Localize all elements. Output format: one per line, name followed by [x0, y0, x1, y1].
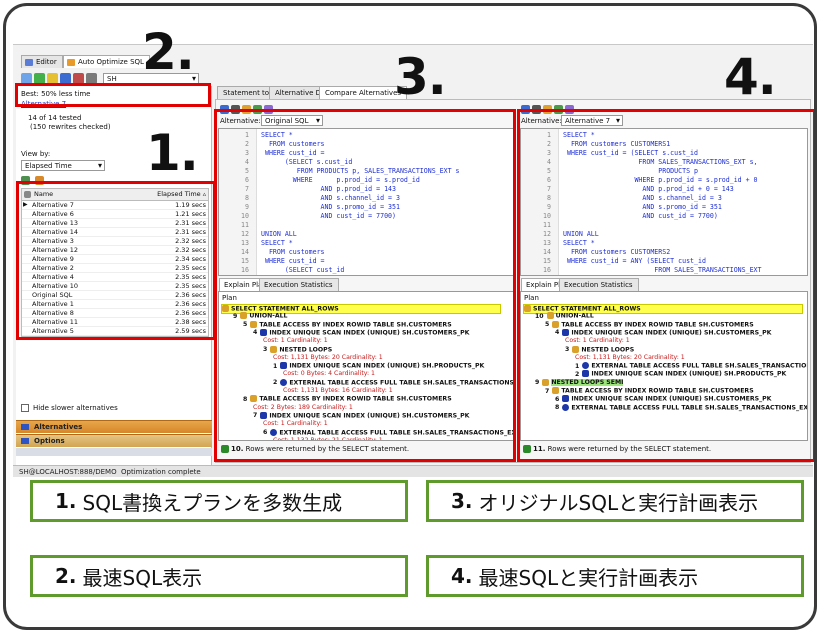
big-number-2: 2. — [142, 23, 195, 81]
hide-slower-checkbox[interactable] — [21, 404, 29, 412]
format-icon[interactable] — [86, 72, 97, 84]
highlight-box-2 — [15, 83, 211, 107]
caption-3: 3. オリジナルSQLと実行計画表示 — [426, 480, 804, 522]
editor-icon — [25, 59, 33, 66]
save-icon[interactable] — [60, 72, 71, 84]
panel-alternatives[interactable]: Alternatives — [16, 420, 212, 433]
panel-options[interactable]: Options — [16, 434, 212, 447]
status-bar: SH@LOCALHOST:888/DEMO Optimization compl… — [13, 465, 813, 477]
folder-icon[interactable] — [47, 72, 58, 84]
view-by-label: View by: — [21, 150, 51, 158]
view-by-select[interactable]: Elapsed Time — [21, 160, 105, 171]
stop-icon[interactable] — [73, 72, 84, 84]
status-message: Optimization complete — [121, 468, 201, 476]
slide-frame: Editor Auto Optimize SQL SH Best: 50% le… — [3, 3, 817, 630]
tested-count: 14 of 14 tested — [28, 114, 82, 122]
big-number-4: 4. — [724, 48, 777, 106]
hide-slower-row: Hide slower alternatives — [21, 404, 118, 412]
optimize-icon — [67, 59, 75, 66]
panel-spacer — [16, 448, 212, 456]
caption-2: 2. 最速SQL表示 — [30, 555, 408, 597]
highlight-box-1 — [16, 181, 216, 340]
rewrites-count: (150 rewrites checked) — [30, 123, 111, 131]
caption-4: 4. 最速SQLと実行計画表示 — [426, 555, 804, 597]
big-number-1: 1. — [146, 124, 199, 182]
big-number-3: 3. — [394, 48, 447, 106]
caption-1: 1. SQL書換えプランを多数生成 — [30, 480, 408, 522]
status-connection: SH@LOCALHOST:888/DEMO — [19, 468, 117, 476]
tab-auto-optimize-sql[interactable]: Auto Optimize SQL — [63, 55, 150, 68]
run-icon[interactable] — [34, 72, 45, 84]
highlight-box-3 — [214, 109, 516, 462]
highlight-box-4 — [517, 109, 814, 462]
tab-editor[interactable]: Editor — [21, 55, 63, 68]
undo-icon[interactable] — [21, 72, 32, 84]
